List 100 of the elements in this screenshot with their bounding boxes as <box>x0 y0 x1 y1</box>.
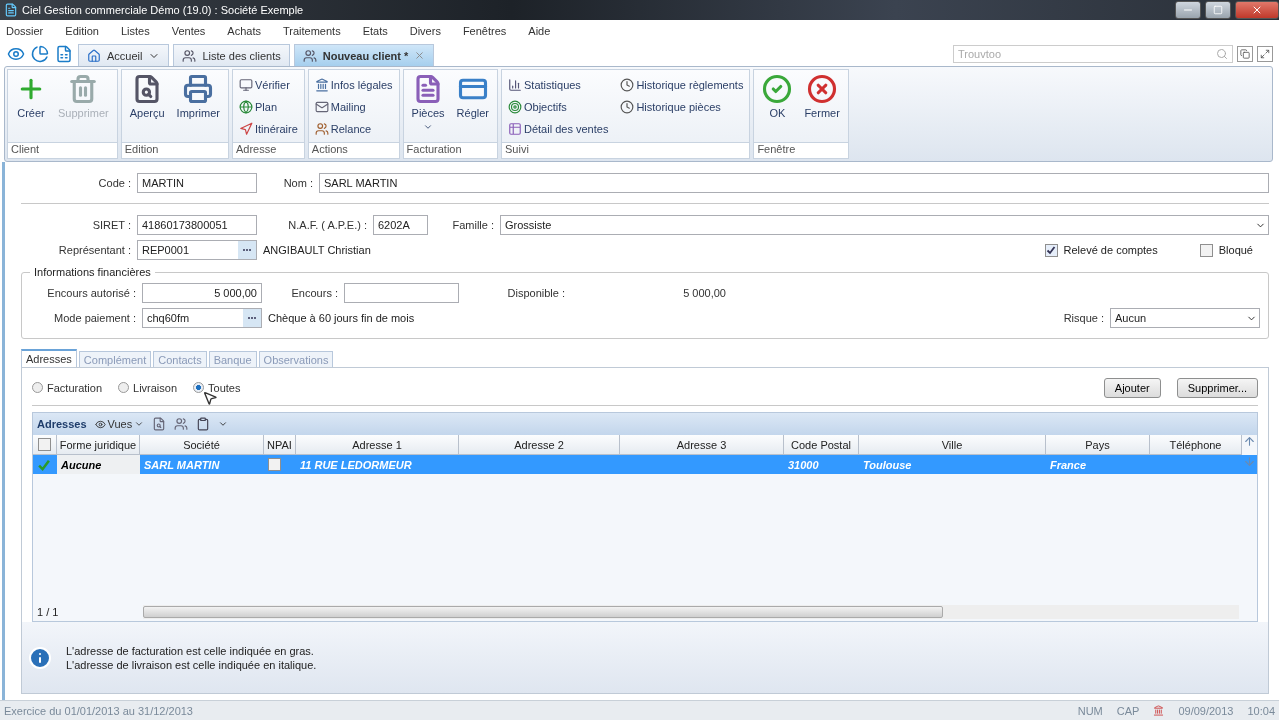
people-icon[interactable] <box>174 417 189 431</box>
column-header[interactable]: NPAI <box>264 435 296 455</box>
ribbon-button[interactable]: Imprimer <box>174 74 222 142</box>
column-header[interactable]: Téléphone <box>1150 435 1242 455</box>
lookup-button[interactable] <box>238 241 256 259</box>
checkbox[interactable] <box>1044 243 1058 257</box>
ribbon-button[interactable]: Relance <box>314 118 393 140</box>
ribbon-button[interactable]: Itinéraire <box>239 118 298 140</box>
menu-item[interactable]: Ventes <box>171 25 218 37</box>
maximize-icon <box>1213 5 1223 15</box>
ribbon-button[interactable]: Historique pièces <box>620 96 744 118</box>
ribbon-button[interactable]: OK <box>760 74 795 142</box>
name-field[interactable]: SARL MARTIN <box>319 173 1269 193</box>
representative-field[interactable]: REP0001 <box>137 240 257 260</box>
payment-mode-field[interactable]: chq60fm <box>142 308 262 328</box>
eye-icon[interactable] <box>7 45 25 63</box>
column-header[interactable]: Adresse 3 <box>620 435 784 455</box>
ribbon-button[interactable]: Créer <box>14 74 48 142</box>
radio-button[interactable]: Toutes <box>193 381 241 394</box>
outstanding-field[interactable] <box>344 283 459 303</box>
column-header[interactable]: Ville <box>859 435 1046 455</box>
checkbox[interactable] <box>1199 243 1213 257</box>
menu-item[interactable]: Divers <box>409 25 453 37</box>
menu-item[interactable]: Aide <box>528 25 563 37</box>
spreadsheet-icon[interactable] <box>55 45 73 63</box>
menu-item[interactable]: Etats <box>362 25 400 37</box>
column-header[interactable]: Société <box>140 435 264 455</box>
ribbon-button[interactable]: Fermer <box>802 74 842 142</box>
note-text: L'adresse de facturation est celle indiquée en gras. <box>66 644 315 657</box>
field-label: Représentant : <box>57 244 131 256</box>
caret-icon <box>134 419 145 429</box>
table-row[interactable]: Aucune SARL MARTIN 11 RUE LEDORMEUR 31000 Toulouse France <box>33 455 1257 474</box>
menu-item[interactable]: Listes <box>120 25 162 37</box>
siret-field[interactable]: 41860173800051 <box>137 215 257 235</box>
maximize-button[interactable] <box>1205 1 1231 19</box>
representative-name: ANGIBAULT Christian <box>263 244 371 256</box>
ribbon-button[interactable]: Vérifier <box>239 74 298 96</box>
checkbox[interactable] <box>38 438 51 451</box>
menu-item[interactable]: Traitements <box>282 25 353 37</box>
checkbox[interactable] <box>268 458 281 471</box>
column-header[interactable]: Adresse 2 <box>459 435 620 455</box>
ribbon-button[interactable]: Régler <box>454 74 491 142</box>
check-icon <box>762 74 793 104</box>
menu-item[interactable]: Edition <box>65 25 111 37</box>
naf-field[interactable]: 6202A <box>373 215 428 235</box>
ribbon-button[interactable]: Infos légales <box>314 74 393 96</box>
status-date: 09/09/2013 <box>1178 704 1234 717</box>
views-button[interactable]: Vues <box>94 418 145 430</box>
ribbon-button[interactable]: Historique règlements <box>620 74 744 96</box>
window-title: Ciel Gestion commerciale Démo (19.0) : Société Exemple <box>22 4 305 16</box>
column-header[interactable]: Code Postal <box>784 435 859 455</box>
fullscreen-button[interactable] <box>1257 46 1273 62</box>
column-header[interactable]: Adresse 1 <box>296 435 459 455</box>
tab[interactable]: Adresses <box>21 349 77 367</box>
minimize-button[interactable] <box>1175 1 1201 19</box>
people-icon <box>182 48 197 63</box>
code-field[interactable]: MARTIN <box>137 173 257 193</box>
clipboard-icon[interactable] <box>196 417 211 431</box>
select-all-header[interactable] <box>33 435 57 455</box>
ribbon-button[interactable]: Objectifs <box>508 96 609 118</box>
caret-icon[interactable] <box>218 419 229 429</box>
arrow-up-icon[interactable] <box>1243 435 1256 448</box>
window-list-button[interactable] <box>1237 46 1253 62</box>
column-header[interactable]: Pays <box>1046 435 1150 455</box>
document-tab[interactable]: Liste des clients <box>173 44 290 66</box>
menu-item[interactable]: Achats <box>227 25 273 37</box>
ribbon-button[interactable]: Pièces <box>409 74 447 142</box>
table-icon <box>508 122 522 136</box>
cursor-icon <box>202 390 218 406</box>
document-tab[interactable]: Accueil <box>78 44 170 66</box>
column-header[interactable]: Forme juridique <box>57 435 140 455</box>
table-cell-text: Toulouse <box>862 457 913 473</box>
add-button[interactable]: Ajouter <box>1103 377 1161 398</box>
ribbon-button[interactable]: Aperçu <box>127 74 167 142</box>
pie-chart-icon[interactable] <box>31 45 49 63</box>
eye-icon <box>94 418 106 430</box>
field-label: Encours autorisé : <box>46 287 136 299</box>
delete-button[interactable]: Supprimer... <box>1176 377 1258 398</box>
ribbon-group-label: Client <box>8 142 117 158</box>
menu-item[interactable]: Fenêtres <box>462 25 519 37</box>
risk-dropdown[interactable]: Aucun <box>1110 308 1260 328</box>
field-label: Nom : <box>282 177 313 189</box>
close-icon[interactable] <box>414 50 426 61</box>
menu-item[interactable]: Dossier <box>6 25 56 37</box>
ribbon-button[interactable]: Mailing <box>314 96 393 118</box>
document-tab[interactable]: Nouveau client * <box>293 44 435 66</box>
ribbon-button[interactable]: Plan <box>239 96 298 118</box>
note-text: L'adresse de livraison est celle indiquée en italique. <box>66 658 317 671</box>
document-search-icon[interactable] <box>152 417 167 431</box>
radio-button[interactable]: Facturation <box>32 381 103 394</box>
ribbon-button[interactable]: Détail des ventes <box>508 118 609 140</box>
field-label: SIRET : <box>91 219 131 231</box>
ribbon-button[interactable]: Statistiques <box>508 74 609 96</box>
horizontal-scrollbar[interactable] <box>143 605 1239 619</box>
family-dropdown[interactable]: Grossiste <box>500 215 1269 235</box>
credit-limit-field[interactable]: 5 000,00 <box>142 283 262 303</box>
home-icon <box>87 48 101 63</box>
table-cell-text: SARL MARTIN <box>143 457 221 473</box>
lookup-button[interactable] <box>243 309 261 327</box>
radio-button[interactable]: Livraison <box>118 381 178 394</box>
